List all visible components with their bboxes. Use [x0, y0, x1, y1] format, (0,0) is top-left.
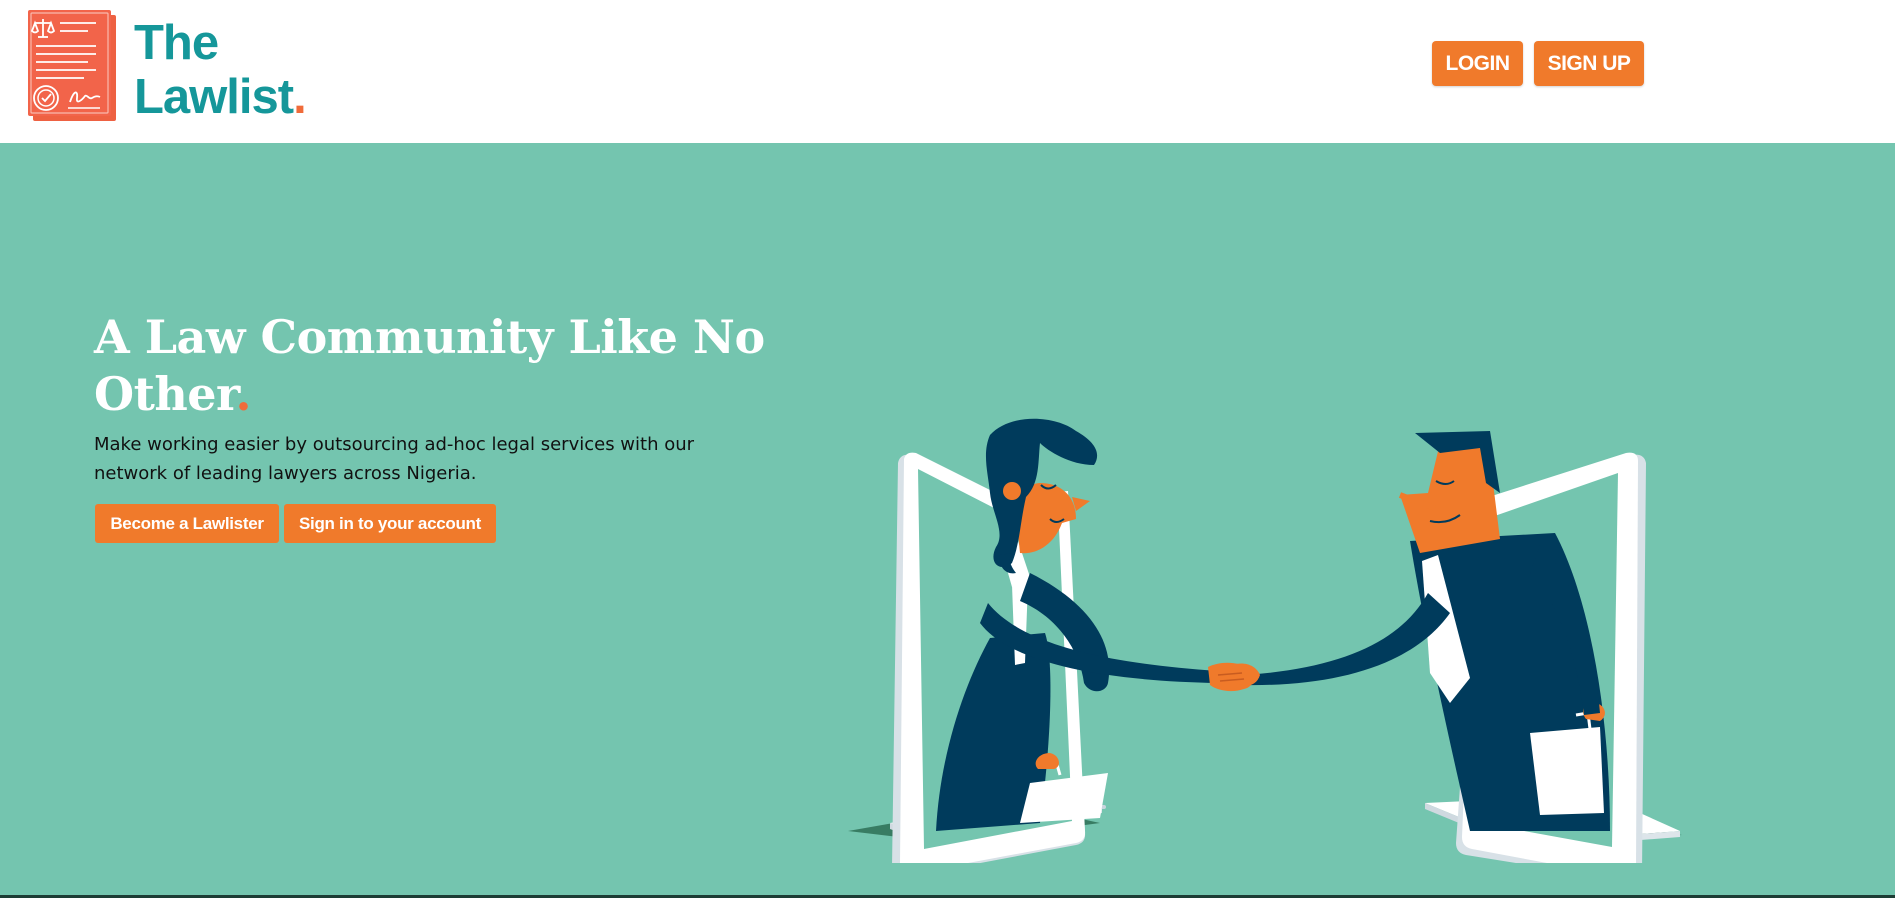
logo-link[interactable]: The Lawlist. [28, 10, 333, 128]
become-lawlister-button[interactable]: Become a Lawlister [95, 504, 279, 543]
logo-dot: . [293, 70, 307, 124]
logo-line-1: The [134, 16, 219, 70]
handshake-illustration [848, 418, 1682, 863]
logo-wordmark: The Lawlist. [134, 16, 307, 124]
site-header: The Lawlist. LOGIN SIGN UP [0, 0, 1895, 143]
login-button[interactable]: LOGIN [1432, 41, 1523, 86]
sign-in-button[interactable]: Sign in to your account [284, 504, 496, 543]
hero-section: A Law Community Like No Other. Make work… [0, 143, 1895, 895]
hero-title-text: A Law Community Like No Other [94, 310, 765, 421]
handshake [1208, 662, 1260, 692]
hero-title: A Law Community Like No Other. [94, 309, 794, 423]
sign-up-button[interactable]: SIGN UP [1534, 41, 1644, 86]
legal-document-icon [28, 10, 116, 121]
logo-line-2: Lawlist [134, 70, 294, 124]
hero-subtitle: Make working easier by outsourcing ad-ho… [94, 434, 695, 484]
hero-title-dot: . [235, 367, 252, 421]
